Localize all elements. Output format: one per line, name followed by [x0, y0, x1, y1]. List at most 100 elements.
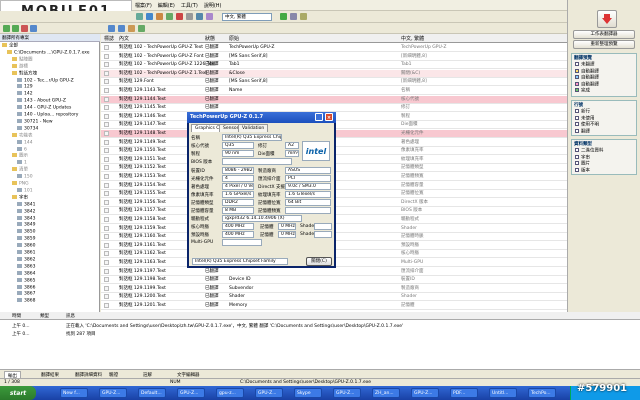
table-row[interactable]: 對話框 129.1199.Text 已翻譯 Subvendor 製造廠商 [101, 285, 567, 293]
menu-item[interactable]: 檔案(F) [132, 0, 155, 9]
run-icon[interactable] [166, 13, 173, 20]
column-icon[interactable] [118, 25, 125, 32]
header-target[interactable]: 中文, 繁體 [401, 35, 424, 42]
output-row[interactable]: 上午 0... 正在載入 'C:\Documents and Settings\u… [0, 322, 640, 329]
worksheet-translator-button[interactable]: 工作表翻譯器 [573, 30, 635, 39]
tree-node[interactable]: 對話方塊 [12, 70, 37, 78]
tree-node[interactable]: 6 [17, 146, 27, 154]
filter-checkbox[interactable]: 完成 [572, 88, 636, 95]
checkbox-icon[interactable] [575, 128, 579, 133]
tree-node[interactable]: 3842 [17, 208, 35, 216]
forward-icon[interactable] [12, 25, 19, 32]
table-row[interactable]: 對話框 129.1144.Text 已翻譯 核心代號 [101, 95, 567, 104]
filter-checkbox[interactable]: 翻譯 [572, 128, 636, 136]
go-icon[interactable] [280, 13, 287, 20]
header-status[interactable]: 狀態 [205, 35, 215, 42]
tree-node[interactable]: 3843 [17, 215, 35, 223]
start-button[interactable]: start [0, 386, 36, 400]
taskbar-item[interactable]: TechPo... [528, 388, 556, 398]
tree-node[interactable]: 3863 [17, 263, 35, 271]
tree-node[interactable]: 3859 [17, 236, 35, 243]
delete-icon[interactable] [21, 25, 28, 32]
tree-node[interactable]: 3849 [17, 222, 35, 229]
checkbox-icon[interactable] [575, 75, 579, 79]
tree-node[interactable]: 3860 [17, 243, 35, 250]
tree-node[interactable]: 點陣圖 [12, 56, 33, 64]
cut-icon[interactable] [156, 13, 163, 20]
taskbar-item[interactable]: ZH_an... [372, 388, 400, 398]
menu-item[interactable]: 工具(T) [178, 0, 201, 9]
table-row[interactable]: 對話框 129.1200.Text 已翻譯 Shader Shader [101, 293, 567, 302]
tree-node[interactable]: PNG [12, 181, 29, 188]
edit-icon[interactable] [128, 25, 135, 32]
taskbar-item[interactable]: New f... [60, 388, 88, 398]
output-header-message[interactable]: 訊息 [66, 313, 75, 319]
table-row[interactable]: 對話框 102 - TechPowerUp GPU-Z Font 已翻譯 [MS S… [101, 53, 567, 61]
checkbox-icon[interactable] [575, 115, 579, 120]
tree-node[interactable]: 101 [17, 187, 33, 195]
tree-node[interactable]: 140 - Uploa... repository [17, 112, 78, 119]
tree-node[interactable]: 3864 [17, 270, 35, 278]
accept-icon[interactable] [138, 25, 145, 32]
output-header-time[interactable]: 時間 [12, 313, 21, 319]
table-row[interactable]: 對話框 102 - TechPowerUp GPU-Z 1.Text 已翻譯 &Cl… [101, 69, 567, 78]
table-row[interactable]: 對話框 129.1201.Text 已翻譯 Memory 記憶體 [101, 302, 567, 310]
tree-node[interactable]: 3850 [17, 229, 35, 236]
tree-node[interactable]: 3868 [17, 298, 35, 305]
tree-node[interactable]: 3841 [17, 201, 35, 209]
table-row[interactable]: 對話框 129.1198.Text 已翻譯 Device ID 裝置ID [101, 276, 567, 285]
taskbar-item[interactable]: Skype [294, 388, 322, 398]
tree-node[interactable]: 144 - GPU-Z Updates [17, 105, 71, 112]
taskbar-item[interactable]: GPU-Z... [99, 388, 127, 398]
checkbox-icon[interactable] [575, 62, 579, 66]
output-header-type[interactable]: 類型 [40, 313, 49, 319]
checkbox-icon[interactable] [575, 154, 579, 159]
tree-node[interactable]: 142 [17, 91, 33, 98]
tree-node[interactable]: 清單 [12, 167, 28, 174]
filter-icon[interactable] [290, 13, 297, 20]
taskbar-item[interactable]: GPU-Z... [411, 388, 439, 398]
table-row[interactable]: 對話框 102 - TechPowerUp GPU-Z Text 已翻譯 TechP… [101, 44, 567, 52]
menu-item[interactable]: 說明(H) [201, 0, 225, 9]
table-row[interactable]: 對話框 129.Font 已翻譯 [MS Sans Serif,8] [新細明體,8] [101, 78, 567, 87]
table-row[interactable]: 對話框 129.1143.Text 已翻譯 Name 名稱 [101, 87, 567, 95]
checkbox-icon[interactable] [575, 167, 579, 172]
language-combo[interactable]: 中文, 繁體 [222, 13, 272, 21]
download-button[interactable] [597, 10, 617, 28]
header-source[interactable]: 原始 [229, 35, 239, 42]
header-flag[interactable]: 標誌 [104, 35, 114, 42]
save-icon[interactable] [146, 13, 153, 20]
find-icon[interactable] [186, 13, 193, 20]
taskbar-item[interactable]: GPU-Z... [333, 388, 361, 398]
tree-node[interactable]: 3865 [17, 277, 35, 285]
taskbar-item[interactable]: GPU-Z... [177, 388, 205, 398]
tree-node[interactable]: 30734 [17, 125, 38, 133]
checkbox-icon[interactable] [575, 161, 579, 165]
open-icon[interactable] [136, 13, 143, 20]
tree-node[interactable]: 游標 [12, 63, 28, 71]
properties-icon[interactable] [30, 25, 37, 32]
checkbox-icon[interactable] [575, 109, 579, 113]
row-icon[interactable] [108, 25, 115, 32]
header-text[interactable]: 內文 [119, 35, 129, 42]
sort-icon[interactable] [300, 13, 307, 20]
table-row[interactable]: 對話框 102 - TechPowerUp GPU-Z 1226.Text 已翻譯… [101, 61, 567, 70]
tree-node[interactable]: 3862 [17, 256, 35, 264]
tree-node[interactable]: 143 - About GPU-Z [17, 98, 66, 105]
tree-node[interactable]: 功能表 [12, 132, 33, 140]
close-icon[interactable]: × [325, 113, 333, 121]
taskbar-item[interactable]: GPU-Z... [255, 388, 283, 398]
tree-node[interactable]: 圖示 [12, 153, 28, 160]
checkbox-icon[interactable] [575, 68, 579, 73]
tree-node[interactable]: 3861 [17, 250, 35, 257]
minimize-icon[interactable]: _ [315, 113, 323, 121]
tree-node[interactable]: C:\Documents ...\GPU-Z.0.1.7.exe [7, 49, 90, 57]
tree-node[interactable]: 3867 [17, 291, 35, 298]
checkbox-icon[interactable] [575, 88, 579, 92]
taskbar-item[interactable]: Untitl... [489, 388, 517, 398]
table-row[interactable]: 對話框 129.1197.Text 已翻譯 匯流排介面 [101, 268, 567, 276]
checkbox-icon[interactable] [575, 148, 579, 152]
checkbox-icon[interactable] [575, 122, 579, 126]
tree-node[interactable]: 144 [17, 139, 33, 147]
tree-node[interactable]: 102 - Tec...r/Up GPU-Z [17, 77, 74, 85]
